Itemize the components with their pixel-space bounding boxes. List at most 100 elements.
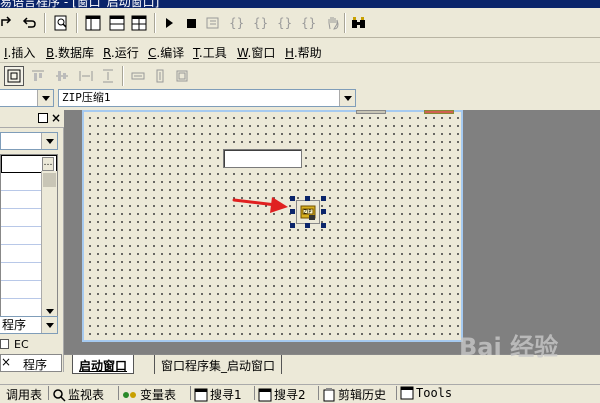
- watch-table-tab[interactable]: 监视表: [52, 386, 104, 403]
- layout-button-3[interactable]: [128, 12, 150, 34]
- tools-tab[interactable]: Tools: [400, 386, 452, 400]
- ellipsis-button[interactable]: …: [42, 157, 54, 171]
- svg-text:{}: {}: [229, 16, 243, 30]
- list-item[interactable]: [1, 245, 41, 263]
- menu-window[interactable]: W.窗口: [237, 44, 275, 61]
- same-size-button[interactable]: [172, 66, 192, 86]
- menu-run[interactable]: R.运行: [103, 44, 139, 61]
- menu-help[interactable]: H.帮助: [285, 44, 322, 61]
- stop-icon: [187, 19, 196, 28]
- clipboard-icon: [323, 387, 335, 401]
- same-height-button[interactable]: [150, 66, 170, 86]
- form-designer-window[interactable]: ZIP: [82, 110, 463, 342]
- selection-handle[interactable]: [321, 223, 326, 228]
- menu-database[interactable]: B.数据库: [46, 44, 94, 61]
- debug-button-1[interactable]: [202, 12, 224, 34]
- left-panel: × … 程序 EC × 程序: [0, 110, 64, 372]
- close-icon[interactable]: ×: [51, 111, 61, 125]
- red-arrow-annotation: [232, 197, 288, 213]
- list-item[interactable]: [1, 227, 41, 245]
- ec-row[interactable]: EC: [0, 337, 64, 353]
- variable-table-tab[interactable]: 变量表: [122, 386, 176, 403]
- object-combo[interactable]: [0, 89, 54, 107]
- list-item[interactable]: [1, 173, 41, 191]
- list-item[interactable]: [1, 263, 41, 281]
- svg-text:{}: {}: [277, 16, 292, 30]
- list-item[interactable]: [1, 281, 41, 299]
- menu-tools[interactable]: T.工具: [193, 44, 227, 61]
- stop-button[interactable]: [180, 12, 202, 34]
- run-button[interactable]: [158, 12, 180, 34]
- scrollbar-thumb[interactable]: [43, 173, 56, 187]
- menu-compile[interactable]: C.编译: [148, 44, 184, 61]
- edit-box[interactable]: [223, 149, 302, 168]
- module-icon: [0, 339, 9, 349]
- play-icon: [166, 18, 173, 28]
- type-select[interactable]: 程序: [0, 316, 58, 334]
- tools-icon: [400, 386, 414, 400]
- program-tab[interactable]: × 程序: [0, 354, 62, 372]
- align-grid-button[interactable]: [4, 66, 24, 86]
- program-tab-icon: ×: [1, 355, 12, 369]
- run-to-cursor-icon: {}: [301, 16, 316, 30]
- menu-bar: I.插入 B.数据库 R.运行 C.编译 T.工具 W.窗口 H.帮助: [0, 39, 600, 63]
- space-horizontal-icon: [79, 71, 93, 81]
- layout-button-1[interactable]: [82, 12, 104, 34]
- binoculars-button[interactable]: [348, 12, 370, 34]
- chevron-down-icon[interactable]: [37, 90, 53, 106]
- selection-handle[interactable]: [305, 196, 310, 201]
- layout-button-2[interactable]: [106, 12, 128, 34]
- call-table-tab[interactable]: 调用表: [6, 386, 42, 403]
- list-item[interactable]: [1, 209, 41, 227]
- layout-rows-icon: [109, 15, 125, 31]
- selection-handle[interactable]: [290, 223, 295, 228]
- find-document-icon: [54, 15, 67, 31]
- align-middle-button[interactable]: [52, 66, 72, 86]
- watermark: Bai 经验: [459, 333, 559, 361]
- selection-handle[interactable]: [290, 209, 295, 214]
- hand-button[interactable]: [322, 12, 344, 34]
- undo-button[interactable]: [18, 12, 40, 34]
- chevron-down-icon[interactable]: [41, 317, 57, 333]
- clip-history-tab[interactable]: 剪辑历史: [322, 386, 386, 403]
- step-over-icon: {}: [253, 16, 267, 30]
- menu-insert[interactable]: I.插入: [4, 44, 35, 61]
- component-combo[interactable]: ZIP压缩1: [58, 89, 356, 107]
- undo-icon: [22, 17, 36, 28]
- search2-tab[interactable]: 搜寻2: [258, 386, 306, 403]
- search1-tab[interactable]: 搜寻1: [194, 386, 242, 403]
- tab-window-program-set[interactable]: 窗口程序集_启动窗口: [154, 355, 283, 374]
- document-tabs: 启动窗口 窗口程序集_启动窗口 Bai 经验: [64, 333, 600, 374]
- step-into-button[interactable]: {}: [224, 12, 246, 34]
- variables-icon: [123, 391, 136, 398]
- find-button[interactable]: [50, 12, 72, 34]
- selection-handle[interactable]: [321, 196, 326, 201]
- form-title-buttons: [356, 110, 386, 114]
- align-top-button[interactable]: [28, 66, 48, 86]
- space-vertical-button[interactable]: [98, 66, 118, 86]
- selection-handle[interactable]: [290, 196, 295, 201]
- selection-handle[interactable]: [321, 209, 326, 214]
- scrollbar[interactable]: [41, 171, 57, 319]
- redo-button[interactable]: [0, 12, 16, 34]
- tab-startup-window[interactable]: 启动窗口: [72, 355, 135, 374]
- align-middle-icon: [56, 71, 68, 81]
- step-out-button[interactable]: {}: [274, 12, 296, 34]
- selection-handle[interactable]: [305, 223, 310, 228]
- ec-label: EC: [14, 338, 29, 351]
- form-close-button[interactable]: [424, 110, 454, 114]
- property-list[interactable]: …: [0, 154, 58, 320]
- run-to-cursor-button[interactable]: {}: [298, 12, 320, 34]
- same-width-button[interactable]: [128, 66, 148, 86]
- chevron-down-icon[interactable]: [41, 133, 57, 149]
- hand-icon: [328, 17, 339, 30]
- restore-icon[interactable]: [38, 113, 48, 123]
- component-selector-row: ZIP压缩1: [0, 88, 600, 110]
- space-horizontal-button[interactable]: [76, 66, 96, 86]
- left-panel-dropdown[interactable]: [0, 132, 58, 150]
- chevron-down-icon[interactable]: [339, 90, 355, 106]
- zip-component[interactable]: ZIP: [290, 196, 326, 228]
- step-over-button[interactable]: {}: [248, 12, 270, 34]
- align-grid-icon: [7, 69, 21, 83]
- list-item[interactable]: [1, 191, 41, 209]
